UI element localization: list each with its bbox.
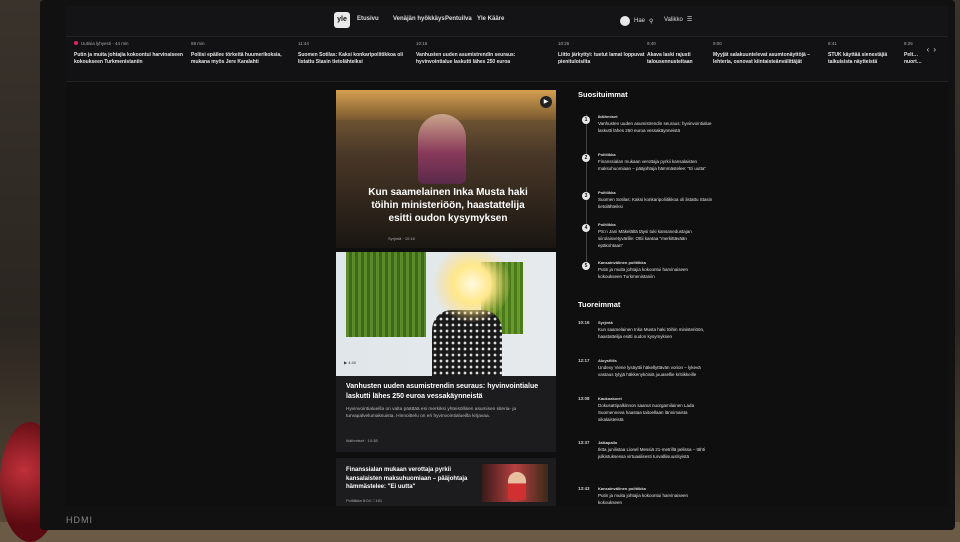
nav-venajan-hyokkays[interactable]: Venäjän hyökkäys (393, 16, 445, 22)
play-icon[interactable]: ▶ (344, 360, 347, 365)
hero-image-person (418, 114, 466, 184)
ticker-item[interactable]: Uutisia lyhyesti · 44 min Putin ja muita… (74, 41, 184, 66)
nav-pentuilva[interactable]: Pentuilva (445, 16, 472, 22)
article-meta: Politiikka 8:04 □ 161 (346, 498, 383, 503)
site-header: yle Etusivu Venäjän hyökkäys Pentuilva Y… (66, 6, 948, 37)
hamburger-icon[interactable]: ☰ (687, 16, 692, 23)
chevron-right-icon[interactable]: › (933, 45, 940, 54)
account-icon[interactable] (620, 16, 630, 26)
ticker-item[interactable]: 8:41 STUK käyttää sienestäjiä taikuisist… (828, 41, 898, 66)
menu-label[interactable]: Valikko (664, 17, 683, 23)
news-ticker: Uutisia lyhyesti · 44 min Putin ja muita… (66, 37, 948, 82)
article-card[interactable]: Finanssialan mukaan verottaja pyrkii kan… (336, 458, 556, 506)
ticker-item[interactable]: 8:25 Pelt… nuort… (904, 41, 924, 66)
sidebar: Suosituimmat 1 Ikäihmiset Vanhusten uude… (578, 90, 718, 505)
article-image: ▶ 4:40 (336, 252, 556, 376)
article-title[interactable]: Vanhusten uuden asumistrendin seuraus: h… (346, 382, 546, 402)
nav-yle-kaare[interactable]: Yle Kääre (477, 16, 504, 22)
ticker-item[interactable]: 9:40 Akava laski rajusti talousennusteit… (647, 41, 707, 66)
play-icon[interactable]: ▶ (540, 96, 552, 108)
ticker-item[interactable]: 11:44 Suomen Sotilas: Kaksi konkaripolii… (298, 41, 408, 66)
nav-etusivu[interactable]: Etusivu (357, 16, 379, 22)
hero-article[interactable]: ▶ Kun saamelainen Inka Musta haki töihin… (336, 90, 556, 248)
hero-title[interactable]: Kun saamelainen Inka Musta haki töihin m… (362, 186, 534, 225)
popular-heading: Suosituimmat (578, 90, 628, 99)
article-card[interactable]: ▶ 4:40 Vanhusten uuden asumistrendin seu… (336, 252, 556, 452)
hero-meta: Syrjintä · 10:16 (388, 236, 415, 241)
ticker-item[interactable]: 59 min Poliisi epäilee törkeitä huumerik… (191, 41, 301, 66)
monitor-label: HDMI (66, 515, 93, 525)
comment-icon: □ (371, 498, 375, 503)
ticker-item[interactable]: 9:00 Myyjät salakuuntelevat asumtonäyttö… (713, 41, 823, 66)
latest-heading: Tuoreimmat (578, 300, 621, 309)
browser-screen: yle Etusivu Venäjän hyökkäys Pentuilva Y… (66, 6, 948, 506)
ticker-item[interactable]: 10:25 Liitto järkyttyi: tuetut lamat lop… (558, 41, 648, 66)
yle-logo[interactable]: yle (334, 12, 350, 28)
article-title[interactable]: Finanssialan mukaan verottaja pyrkii kan… (346, 466, 476, 492)
article-lead: Hyvinvointialueilla on valta päättää esi… (346, 407, 517, 419)
ticker-item[interactable]: 10:16 Vanhusten uuden asumistrendin seur… (416, 41, 526, 66)
search-icon[interactable]: ⚲ (649, 18, 653, 25)
video-duration: ▶ 4:40 (344, 360, 356, 365)
search-label[interactable]: Hae (634, 18, 645, 24)
live-dot-icon (74, 41, 78, 45)
article-meta: Ikäihmiset · 10:38 (346, 438, 378, 443)
ticker-arrows[interactable]: ‹› (927, 45, 940, 54)
